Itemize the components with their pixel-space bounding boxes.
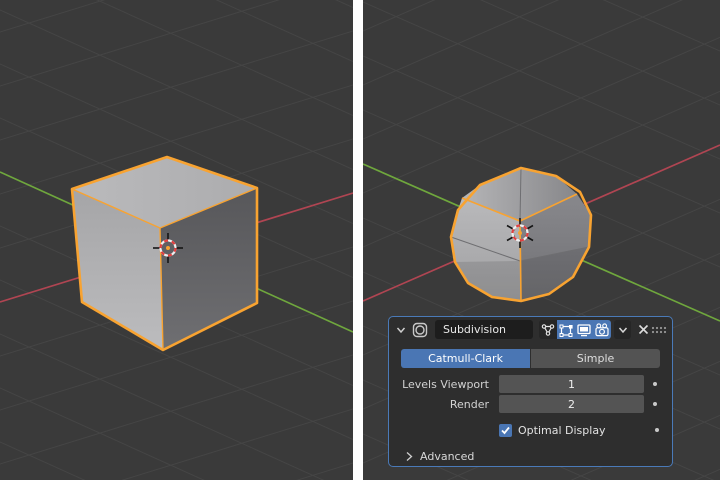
blender-subdivision-comparison: Catmull-Clark Simple Levels Viewport 1 R… bbox=[0, 0, 720, 480]
viewport-separator bbox=[353, 0, 363, 480]
modifier-panel-header bbox=[389, 317, 672, 342]
close-icon[interactable] bbox=[635, 320, 651, 339]
render-row: Render 2 bbox=[389, 395, 672, 413]
subsurf-modifier-icon bbox=[411, 321, 429, 339]
edit-mode-toggle[interactable] bbox=[557, 320, 575, 339]
modifier-name-field[interactable] bbox=[435, 320, 533, 339]
on-cage-toggle[interactable] bbox=[539, 320, 557, 339]
animate-dot[interactable] bbox=[653, 382, 657, 386]
render-field[interactable]: 2 bbox=[499, 395, 644, 413]
viewport-after[interactable]: Catmull-Clark Simple Levels Viewport 1 R… bbox=[363, 0, 720, 480]
extras-chevron-icon[interactable] bbox=[614, 320, 631, 339]
optimal-display-row: Optimal Display bbox=[499, 423, 672, 437]
drag-grip-icon[interactable] bbox=[651, 325, 667, 335]
levels-viewport-field[interactable]: 1 bbox=[499, 375, 644, 393]
optimal-display-label: Optimal Display bbox=[518, 423, 606, 437]
subdivision-modifier-panel: Catmull-Clark Simple Levels Viewport 1 R… bbox=[388, 316, 673, 467]
render-toggle[interactable] bbox=[593, 320, 611, 339]
catmull-clark-button[interactable]: Catmull-Clark bbox=[401, 349, 530, 368]
advanced-label: Advanced bbox=[420, 450, 475, 463]
realtime-display-toggle[interactable] bbox=[575, 320, 593, 339]
viewport-before[interactable] bbox=[0, 0, 353, 480]
render-label: Render bbox=[449, 397, 489, 411]
animate-dot[interactable] bbox=[655, 428, 659, 432]
optimal-display-checkbox[interactable] bbox=[499, 423, 512, 437]
subdivision-algorithm-segmented: Catmull-Clark Simple bbox=[401, 349, 660, 368]
viewport-before-canvas[interactable] bbox=[0, 0, 353, 480]
expand-chevron-icon[interactable] bbox=[395, 324, 407, 336]
collapse-chevron-icon bbox=[406, 452, 413, 461]
levels-viewport-row: Levels Viewport 1 bbox=[389, 375, 672, 393]
advanced-section-toggle[interactable]: Advanced bbox=[405, 450, 672, 463]
simple-button[interactable]: Simple bbox=[531, 349, 660, 368]
animate-dot[interactable] bbox=[653, 402, 657, 406]
levels-viewport-label: Levels Viewport bbox=[402, 377, 489, 391]
